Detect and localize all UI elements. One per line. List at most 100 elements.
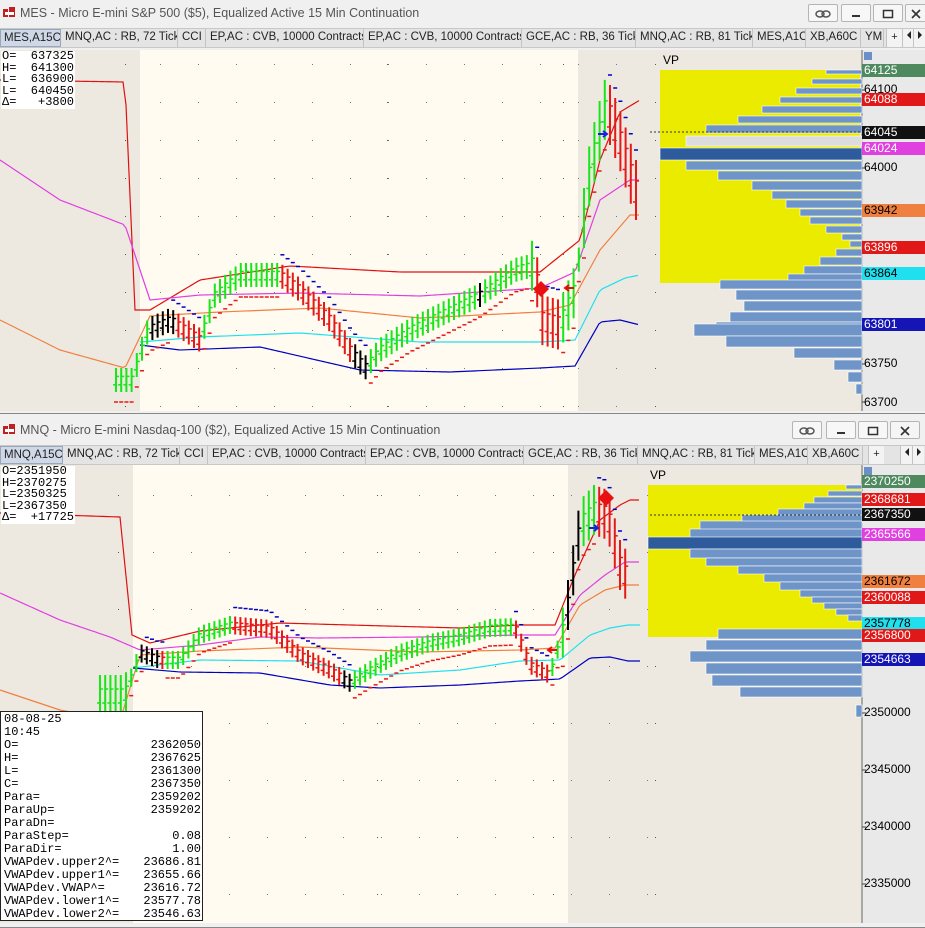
volume-profile-bar [849, 240, 863, 248]
grid-dot [563, 178, 564, 179]
volume-profile-bar [689, 548, 863, 559]
link-chain-button[interactable] [792, 421, 822, 439]
tab-mnq-rb-72[interactable]: MNQ,AC : RB, 72 Tick [64, 446, 180, 464]
grid-dot [267, 666, 268, 667]
grid-dot [571, 495, 572, 496]
tab-mes-a1c[interactable]: MES,A1C [754, 29, 806, 47]
minimize-button[interactable] [826, 421, 856, 439]
grid-dot [426, 368, 427, 369]
volume-profile-bar [711, 674, 863, 687]
grid-dot [457, 894, 458, 895]
tab-mnq-a15c[interactable]: MNQ,A15C [0, 446, 63, 464]
grid-dot [312, 330, 313, 331]
grid-dot [125, 216, 126, 217]
grid-dot [198, 406, 199, 407]
mnq-tab-bar: MNQ,A15C MNQ,AC : RB, 72 Tick CCI EP,AC … [0, 445, 925, 465]
price-tag: 64024 [862, 142, 925, 155]
grid-dot [655, 666, 656, 667]
arrow-left-icon [906, 31, 911, 39]
grid-dot [312, 140, 313, 141]
tab-gce-rb-36[interactable]: GCE,AC : RB, 36 Tick [525, 446, 638, 464]
grid-dot [236, 216, 237, 217]
scroll-marker [864, 467, 872, 475]
price-tag: 2365566 [862, 528, 925, 541]
grid-dot [274, 102, 275, 103]
close-button[interactable] [890, 421, 920, 439]
grid-dot [377, 495, 378, 496]
grid-dot [502, 216, 503, 217]
mnq-title-bar[interactable]: MNQ - Micro E-mini Nasdaq-100 ($2), Equa… [0, 417, 925, 443]
grid-dot [647, 894, 648, 895]
grid-dot [312, 368, 313, 369]
volume-profile-bar [825, 225, 863, 234]
price-tag: 63864 [862, 267, 925, 280]
grid-dot [540, 64, 541, 65]
tab-ep-cvb-1[interactable]: EP,AC : CVB, 10000 Contracts [207, 29, 364, 47]
add-tab-button[interactable]: + [868, 446, 884, 464]
tab-xb-a60c[interactable]: XB,A60C [807, 29, 861, 47]
add-tab-button[interactable]: + [886, 29, 902, 47]
mes-chart-canvas[interactable] [0, 50, 925, 411]
volume-profile-bar [833, 359, 863, 371]
tab-mnq-rb-81[interactable]: MNQ,AC : RB, 81 Tick [639, 446, 755, 464]
tab-xb-a60c[interactable]: XB,A60C [809, 446, 863, 464]
grid-dot [198, 368, 199, 369]
tab-ep-cvb-1[interactable]: EP,AC : CVB, 10000 Contracts [209, 446, 366, 464]
grid-dot [236, 254, 237, 255]
minimize-button[interactable] [841, 4, 871, 22]
maximize-button[interactable] [873, 4, 903, 22]
volume-profile-bar [855, 383, 863, 395]
grid-dot [464, 330, 465, 331]
tab-ep-cvb-2[interactable]: EP,AC : CVB, 10000 Contracts [365, 29, 522, 47]
grid-dot [236, 368, 237, 369]
tab-cci[interactable]: CCI [179, 29, 206, 47]
grid-dot [655, 64, 656, 65]
tab-scroll-right-button[interactable] [913, 29, 925, 47]
grid-dot [533, 894, 534, 895]
grid-dot [419, 495, 420, 496]
mes-title-bar[interactable]: MES - Micro E-mini S&P 500 ($5), Equaliz… [0, 0, 925, 26]
volume-profile-bar [825, 69, 863, 75]
grid-dot [533, 780, 534, 781]
arrow-right-icon [917, 31, 922, 39]
grid-dot [153, 552, 154, 553]
grid-dot [578, 178, 579, 179]
close-button[interactable] [905, 4, 925, 22]
grid-dot [426, 406, 427, 407]
tab-ym[interactable]: YM [862, 29, 884, 47]
grid-dot [616, 406, 617, 407]
grid-dot [274, 406, 275, 407]
mes-price-chart[interactable]: O= 637325 H= 641300 L= 636900 L= 640450 … [0, 50, 925, 411]
grid-dot [198, 254, 199, 255]
price-tag: 64088 [862, 93, 925, 106]
grid-dot [426, 64, 427, 65]
grid-dot [495, 837, 496, 838]
grid-dot [563, 368, 564, 369]
grid-dot [274, 140, 275, 141]
session-background [380, 465, 568, 923]
grid-dot [387, 292, 388, 293]
grid-dot [343, 666, 344, 667]
grid-dot [125, 292, 126, 293]
maximize-button[interactable] [858, 421, 888, 439]
tab-mes-a1c[interactable]: MES,A1C [756, 446, 808, 464]
tab-scroll-left-button[interactable] [900, 446, 912, 464]
grid-dot [571, 552, 572, 553]
tab-mes-a15c[interactable]: MES,A15C [0, 29, 61, 47]
tab-ep-cvb-2[interactable]: EP,AC : CVB, 10000 Contracts [367, 446, 524, 464]
link-icon [799, 427, 815, 435]
grid-dot [312, 406, 313, 407]
mes-chart-window: MES - Micro E-mini S&P 500 ($5), Equaliz… [0, 0, 925, 414]
link-chain-button[interactable] [808, 4, 838, 22]
tab-mnq-rb-72[interactable]: MNQ,AC : RB, 72 Tick [62, 29, 178, 47]
tab-scroll-right-button[interactable] [912, 446, 924, 464]
grid-dot [553, 894, 554, 895]
grid-dot [464, 406, 465, 407]
volume-profile-bar [739, 686, 863, 698]
grid-dot [419, 894, 420, 895]
tab-gce-rb-36[interactable]: GCE,AC : RB, 36 Tick [523, 29, 636, 47]
tab-cci[interactable]: CCI [181, 446, 208, 464]
grid-dot [125, 64, 126, 65]
tab-mnq-rb-81[interactable]: MNQ,AC : RB, 81 Tick [637, 29, 753, 47]
grid-dot [578, 330, 579, 331]
